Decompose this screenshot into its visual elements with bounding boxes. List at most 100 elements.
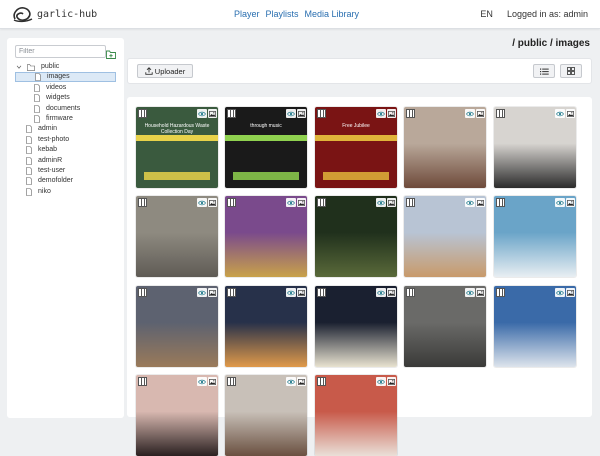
eye-icon[interactable] [376,288,386,297]
tree-item-label: public [41,63,60,70]
select-checkbox[interactable] [227,198,236,207]
media-card[interactable] [315,375,397,456]
nav-playlists[interactable]: Playlists [266,9,299,19]
uploader-label: Uploader [154,66,186,76]
eye-icon[interactable] [376,377,386,386]
language-switch[interactable]: EN [480,9,493,19]
select-checkbox[interactable] [317,109,326,118]
eye-icon[interactable] [555,109,565,118]
tree-item-public[interactable]: public [16,62,59,72]
eye-icon[interactable] [465,198,475,207]
media-card[interactable] [315,286,397,367]
main-nav: Player Playlists Media Library [234,9,359,19]
select-checkbox[interactable] [406,109,415,118]
media-card[interactable] [404,286,486,367]
filter-input[interactable] [15,45,106,58]
media-card[interactable] [136,286,218,367]
image-type-icon [208,288,217,297]
nav-player[interactable]: Player [234,9,260,19]
media-card[interactable] [315,196,397,277]
media-card[interactable] [494,196,576,277]
select-checkbox[interactable] [406,288,415,297]
select-checkbox[interactable] [317,198,326,207]
eye-icon[interactable] [286,198,296,207]
media-card[interactable] [404,196,486,277]
select-checkbox[interactable] [406,198,415,207]
media-gallery: Household Hazardous Waste Collection Day… [127,97,592,456]
file-icon [26,167,35,175]
select-checkbox[interactable] [496,109,505,118]
tree-item-videos[interactable]: videos [15,83,135,93]
media-card[interactable] [136,196,218,277]
logo[interactable]: garlic-hub [12,5,97,23]
tree-item-documents[interactable]: documents [15,104,135,114]
eye-icon[interactable] [555,198,565,207]
image-type-icon [208,109,217,118]
tree-item-admin[interactable]: admin [26,124,57,134]
media-card[interactable]: through music [225,107,307,188]
grid-view-button[interactable] [560,64,582,78]
media-card[interactable]: Household Hazardous Waste Collection Day [136,107,218,188]
eye-icon[interactable] [286,109,296,118]
uploader-button[interactable]: Uploader [137,64,193,78]
select-checkbox[interactable] [227,377,236,386]
poster-band [136,135,218,141]
file-icon [26,146,35,154]
select-checkbox[interactable] [138,377,147,386]
eye-icon[interactable] [197,377,207,386]
eye-icon[interactable] [197,109,207,118]
eye-icon[interactable] [197,198,207,207]
chevron-down-icon[interactable] [16,64,25,70]
eye-icon[interactable] [465,288,475,297]
media-card[interactable] [225,196,307,277]
select-checkbox[interactable] [227,109,236,118]
media-card[interactable] [494,286,576,367]
select-checkbox[interactable] [317,288,326,297]
tree-item-kebab[interactable]: kebab [26,145,57,155]
media-card[interactable] [404,107,486,188]
media-card[interactable] [136,375,218,456]
select-checkbox[interactable] [138,288,147,297]
eye-icon[interactable] [286,288,296,297]
tree-item-test-photo[interactable]: test-photo [26,135,69,145]
media-card[interactable] [225,375,307,456]
nav-media-library[interactable]: Media Library [305,9,360,19]
tree-item-widgets[interactable]: widgets [15,93,135,103]
eye-icon[interactable] [376,109,386,118]
poster-footer [323,172,389,180]
image-type-icon [387,198,396,207]
tree-item-label: videos [46,83,67,91]
select-checkbox[interactable] [138,198,147,207]
list-view-icon [539,68,549,75]
media-thumbnail [315,286,397,367]
image-type-icon [476,288,485,297]
eye-icon[interactable] [465,109,475,118]
tree-item-firmware[interactable]: firmware [15,114,135,124]
media-card[interactable]: Free Jubilee [315,107,397,188]
eye-icon[interactable] [286,377,296,386]
select-checkbox[interactable] [496,288,505,297]
tree-item-niko[interactable]: niko [26,187,51,197]
user-menu[interactable]: Logged in as: admin [507,9,588,19]
eye-icon[interactable] [555,288,565,297]
select-checkbox[interactable] [496,198,505,207]
eye-icon[interactable] [197,288,207,297]
select-checkbox[interactable] [317,377,326,386]
tree-item-adminR[interactable]: adminR [26,156,62,166]
new-folder-icon[interactable] [106,46,116,64]
tree-item-label: test-photo [38,135,70,143]
image-type-icon [297,198,306,207]
media-card[interactable] [494,107,576,188]
eye-icon[interactable] [376,198,386,207]
tree-item-test-user[interactable]: test-user [26,166,65,176]
poster-text: Free Jubilee [342,123,370,129]
media-card[interactable] [225,286,307,367]
tree-item-label: admin [38,125,58,133]
select-checkbox[interactable] [138,109,147,118]
list-view-button[interactable] [533,64,555,78]
tree-item-images[interactable]: images [15,72,116,83]
tree-item-label: demofolder [38,177,74,185]
file-icon [26,125,35,134]
select-checkbox[interactable] [227,288,236,297]
tree-item-demofolder[interactable]: demofolder [26,176,73,186]
